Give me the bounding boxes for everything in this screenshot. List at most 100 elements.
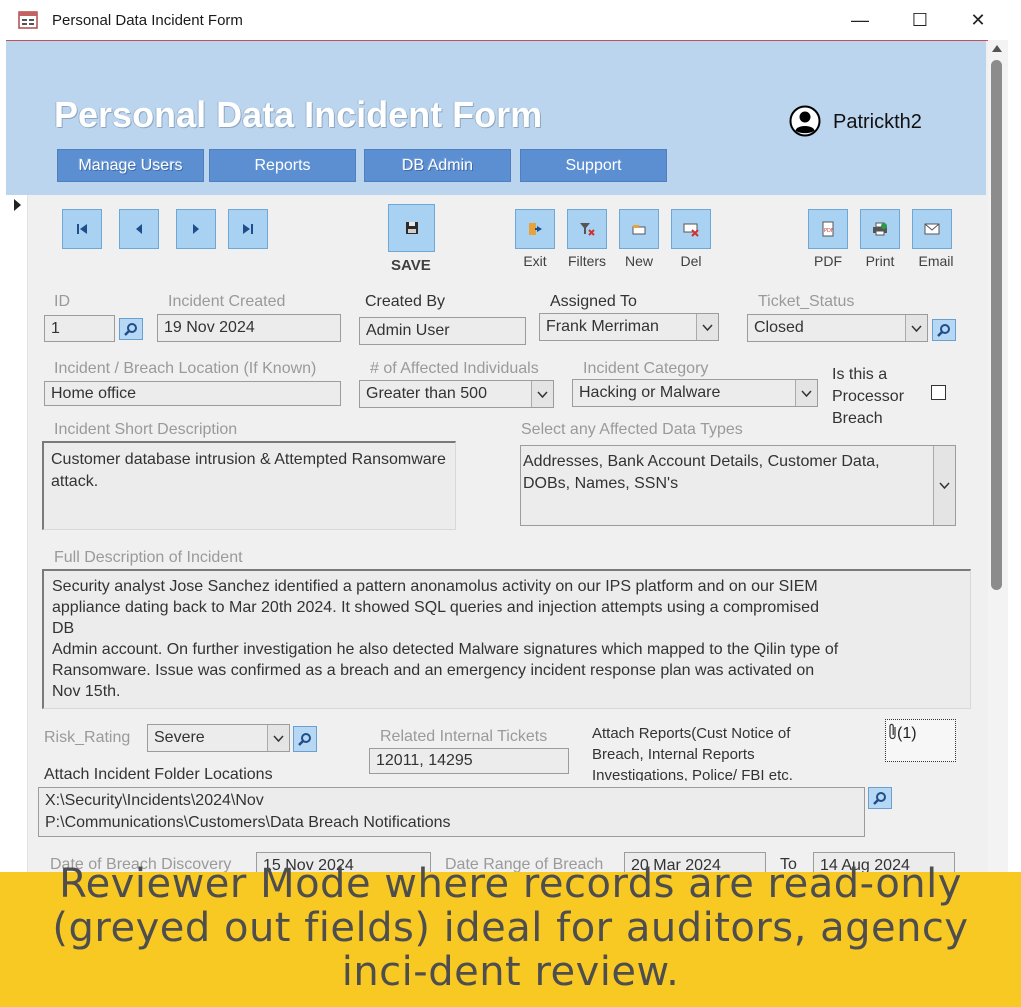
close-button[interactable]: ✕ xyxy=(956,6,1000,34)
incident-category-value: Hacking or Malware xyxy=(579,384,721,401)
id-label: ID xyxy=(54,293,70,310)
chevron-down-icon xyxy=(801,389,812,397)
db-admin-button[interactable]: DB Admin xyxy=(364,149,511,182)
risk-dropdown-arrow[interactable] xyxy=(267,725,289,751)
processor-label-line-3: Breach xyxy=(832,410,883,427)
processor-breach-label: Is this a Processor Breach xyxy=(832,364,904,430)
svg-text:PDF: PDF xyxy=(824,228,834,234)
related-tickets-field[interactable]: 12011, 14295 xyxy=(369,748,569,774)
short-description-field[interactable]: Customer database intrusion & Attempted … xyxy=(42,441,456,530)
incident-category-combobox[interactable]: Hacking or Malware xyxy=(572,379,818,407)
reports-button[interactable]: Reports xyxy=(209,149,356,182)
previous-record-button[interactable] xyxy=(119,209,159,249)
email-button[interactable] xyxy=(912,209,952,249)
affected-data-types-field[interactable]: Addresses, Bank Account Details, Custome… xyxy=(520,445,956,526)
exit-button[interactable] xyxy=(515,209,555,249)
assigned-to-dropdown-arrow[interactable] xyxy=(696,314,718,340)
created-by-field[interactable]: Admin User xyxy=(359,317,526,345)
user-avatar-icon xyxy=(789,105,821,137)
attach-reports-line: Attach Reports(Cust Notice of xyxy=(592,725,791,742)
attach-reports-line: Investigations, Police/ FBI etc. xyxy=(592,767,793,781)
last-record-button[interactable] xyxy=(228,209,268,249)
folder-locations-search-button[interactable] xyxy=(868,787,892,809)
full-description-line: Admin account. On further investigation … xyxy=(52,641,839,658)
location-label: Incident / Breach Location (If Known) xyxy=(54,360,317,377)
attach-reports-label: Attach Reports(Cust Notice of Breach, In… xyxy=(592,723,793,781)
affected-individuals-label: # of Affected Individuals xyxy=(370,360,539,377)
affected-individuals-combobox[interactable]: Greater than 500 xyxy=(359,380,554,408)
full-description-field[interactable]: Security analyst Jose Sanchez identified… xyxy=(42,569,971,709)
location-field[interactable]: Home office xyxy=(44,381,341,406)
maximize-button[interactable]: ☐ xyxy=(898,6,942,34)
data-types-dropdown-arrow[interactable] xyxy=(933,446,955,525)
scroll-up-arrow-icon[interactable] xyxy=(992,45,1002,52)
id-search-button[interactable] xyxy=(119,318,143,340)
folder-location-line: X:\Security\Incidents\2024\Nov xyxy=(45,792,264,809)
incident-created-label: Incident Created xyxy=(168,293,286,310)
delete-record-icon xyxy=(683,223,699,237)
chevron-down-icon xyxy=(273,734,284,742)
access-form-icon xyxy=(18,11,38,29)
current-record-arrow-icon xyxy=(14,199,21,211)
pdf-document-icon: PDF xyxy=(822,221,834,237)
pdf-button[interactable]: PDF xyxy=(808,209,848,249)
related-tickets-label: Related Internal Tickets xyxy=(380,728,548,745)
assigned-to-label: Assigned To xyxy=(550,293,637,310)
chevron-down-icon xyxy=(911,324,922,332)
affected-dropdown-arrow[interactable] xyxy=(531,381,553,407)
chevron-down-icon xyxy=(702,323,713,331)
new-label: New xyxy=(624,253,653,269)
pdf-label: PDF xyxy=(814,253,842,269)
manage-users-button[interactable]: Manage Users xyxy=(57,149,204,182)
affected-individuals-value: Greater than 500 xyxy=(366,385,487,402)
short-description-label: Incident Short Description xyxy=(54,421,238,438)
processor-label-line-1: Is this a xyxy=(832,366,888,383)
save-button[interactable] xyxy=(388,204,435,252)
ticket-status-dropdown-arrow[interactable] xyxy=(905,315,927,341)
print-button[interactable] xyxy=(860,209,900,249)
attachments-field[interactable]: (1) xyxy=(885,719,956,762)
window-title: Personal Data Incident Form xyxy=(52,12,243,29)
scrollbar-thumb[interactable] xyxy=(991,60,1002,590)
ticket-status-combobox[interactable]: Closed xyxy=(747,314,928,342)
risk-rating-combobox[interactable]: Severe xyxy=(147,724,290,752)
support-button[interactable]: Support xyxy=(520,149,667,182)
processor-breach-checkbox[interactable] xyxy=(931,385,946,400)
new-record-button[interactable] xyxy=(619,209,659,249)
risk-rating-search-button[interactable] xyxy=(293,726,317,752)
clear-filter-icon xyxy=(580,223,595,236)
first-record-icon xyxy=(77,224,87,234)
page-title: Personal Data Incident Form xyxy=(54,94,543,135)
ticket-status-search-button[interactable] xyxy=(932,319,956,341)
id-field[interactable]: 1 xyxy=(44,315,115,342)
email-label: Email xyxy=(918,253,954,269)
filters-button[interactable] xyxy=(567,209,607,249)
folder-locations-field[interactable]: X:\Security\Incidents\2024\Nov P:\Commun… xyxy=(38,787,865,837)
assigned-to-combobox[interactable]: Frank Merriman xyxy=(539,313,719,341)
attachment-count: (1) xyxy=(897,725,917,742)
folder-location-line: P:\Communications\Customers\Data Breach … xyxy=(45,814,451,831)
exit-door-icon xyxy=(529,223,542,235)
exit-label: Exit xyxy=(523,253,547,269)
filters-label: Filters xyxy=(567,253,607,269)
full-description-line: appliance dating back to Mar 20th 2024. … xyxy=(52,599,819,616)
ticket-status-label: Ticket_Status xyxy=(758,293,855,310)
delete-record-button[interactable] xyxy=(671,209,711,249)
next-record-button[interactable] xyxy=(176,209,216,249)
chevron-down-icon xyxy=(537,390,548,398)
magnifier-icon xyxy=(937,324,950,337)
affected-data-types-value: Addresses, Bank Account Details, Custome… xyxy=(523,453,880,492)
current-user-name: Patrickth2 xyxy=(833,111,922,133)
assigned-to-value: Frank Merriman xyxy=(546,318,659,335)
record-selector[interactable] xyxy=(6,195,28,885)
affected-data-types-label: Select any Affected Data Types xyxy=(521,421,743,438)
last-record-icon xyxy=(243,224,253,234)
category-dropdown-arrow[interactable] xyxy=(795,380,817,406)
first-record-button[interactable] xyxy=(62,209,102,249)
minimize-button[interactable]: — xyxy=(838,6,882,34)
previous-record-icon xyxy=(136,224,142,234)
incident-created-field[interactable]: 19 Nov 2024 xyxy=(157,314,341,342)
full-description-line: DB xyxy=(52,620,75,637)
envelope-icon xyxy=(924,223,940,235)
ticket-status-value: Closed xyxy=(754,319,804,336)
